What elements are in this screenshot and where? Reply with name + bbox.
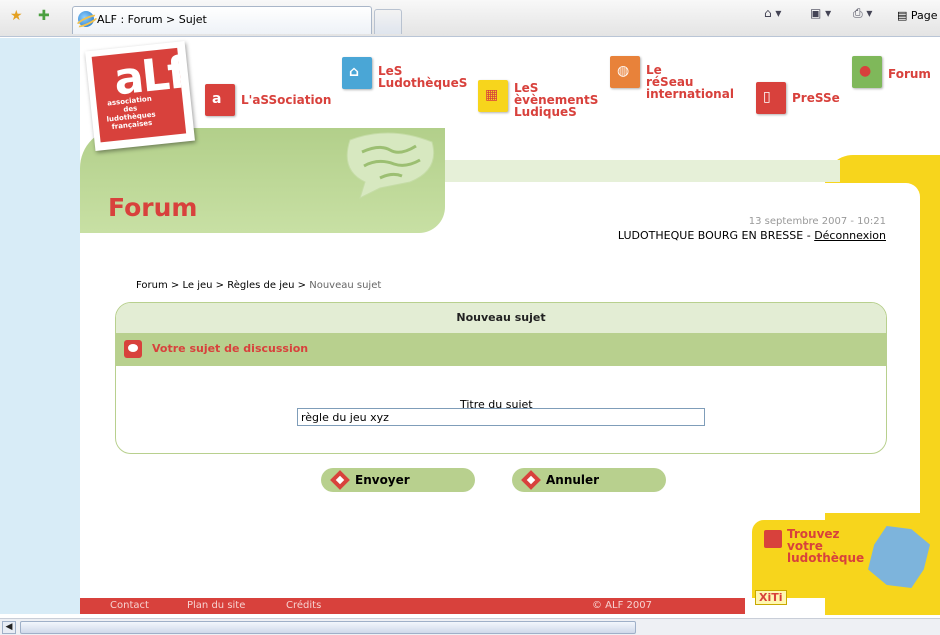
breadcrumb-sep: > [294,280,310,291]
cancel-button-label: Annuler [546,473,600,487]
discussion-icon [124,340,142,358]
nav-presse-label: PreSSe [792,91,840,105]
nav-ludotheques-label: LeS LudothèqueS [378,64,468,90]
scroll-left-icon[interactable]: ◀ [2,621,16,634]
calendar-icon: ▦ [478,80,508,112]
user-line: LUDOTHEQUE BOURG EN BRESSE - Déconnexion [615,229,886,242]
user-name: LUDOTHEQUE BOURG EN BRESSE - [617,229,815,242]
speech-bubble-icon [346,132,435,199]
current-date: 13 septembre 2007 - 10:21 [748,216,886,227]
form-section-label: Votre sujet de discussion [152,342,309,355]
page-menu-label: Page [910,9,938,22]
footer-copyright: © ALF 2007 [592,600,652,611]
breadcrumb: Forum > Le jeu > Règles de jeu > Nouveau… [136,280,381,291]
ie-logo-icon [78,11,94,27]
form-section-header: Votre sujet de discussion [116,333,886,366]
forum-bubble-icon: ● [852,56,882,88]
favorites-star-icon[interactable]: ★ [10,8,23,24]
feeds-icon[interactable]: ▣ ▾ [810,6,831,24]
send-button[interactable]: Envoyer [321,468,475,492]
logout-link[interactable]: Déconnexion [814,229,886,242]
footer-sitemap-link[interactable]: Plan du site [187,600,245,611]
horizontal-scrollbar[interactable]: ◀ [0,618,940,635]
nav-evenements-label: LeS èvènementS LudiqueS [514,81,599,119]
print-icon[interactable]: ⎙ ▾ [853,6,872,24]
tab-title: ALF : Forum > Sujet [97,13,207,26]
arrow-icon [330,470,350,490]
left-margin-bar [0,38,80,614]
green-strip [440,160,840,182]
arrow-icon [521,470,541,490]
globe-icon: ◍ [610,56,640,88]
book-icon: ▯ [756,82,786,114]
browser-toolbar: ★ ✚ ALF : Forum > Sujet ⌂ ▾ ▣ ▾ ⎙ ▾ ▤ Pa… [0,0,940,37]
nav-forum-label: Forum [888,67,931,81]
france-map-icon [868,526,930,588]
alf-logo[interactable]: aLf association des ludothèques français… [85,41,195,151]
add-favorites-icon[interactable]: ✚ [38,8,50,24]
nav-reseau-label: Le réSeau international [646,63,734,101]
nav-association-label: L'aSSociation [241,93,332,107]
footer-credits-link[interactable]: Crédits [286,600,321,611]
breadcrumb-le-jeu[interactable]: Le jeu [182,280,212,291]
page-title: Forum [108,193,198,222]
find-ludotheque-text: Trouvez votre ludothèque [787,527,865,565]
breadcrumb-regles[interactable]: Règles de jeu [227,280,294,291]
breadcrumb-sep: > [212,280,228,291]
send-button-label: Envoyer [355,473,410,487]
breadcrumb-current: Nouveau sujet [309,280,382,291]
browser-tab[interactable]: ALF : Forum > Sujet [72,6,372,34]
find-ludotheque-widget[interactable]: Trouvez votre ludothèque [752,520,940,598]
topic-title-input[interactable] [297,408,705,426]
new-topic-form: Nouveau sujet Votre sujet de discussion [115,302,887,454]
page-menu-button[interactable]: ▤ Page [897,9,938,27]
scrollbar-thumb[interactable] [20,621,636,634]
footer: Contact Plan du site Crédits © ALF 2007 [80,598,745,614]
cancel-button[interactable]: Annuler [512,468,666,492]
breadcrumb-forum[interactable]: Forum [136,280,168,291]
association-icon: a [205,84,235,116]
logo-red-square: aLf association des ludothèques français… [91,47,187,143]
logo-subtitle: association des ludothèques françaises [106,94,157,132]
house-icon [764,530,782,548]
footer-contact-link[interactable]: Contact [110,600,149,611]
xiti-badge[interactable]: XiTi [755,590,787,605]
breadcrumb-sep: > [167,280,183,291]
new-tab-button[interactable] [374,9,402,34]
home-icon[interactable]: ⌂ ▾ [764,6,781,24]
house-icon: ⌂ [342,57,372,89]
form-heading: Nouveau sujet [116,303,886,333]
